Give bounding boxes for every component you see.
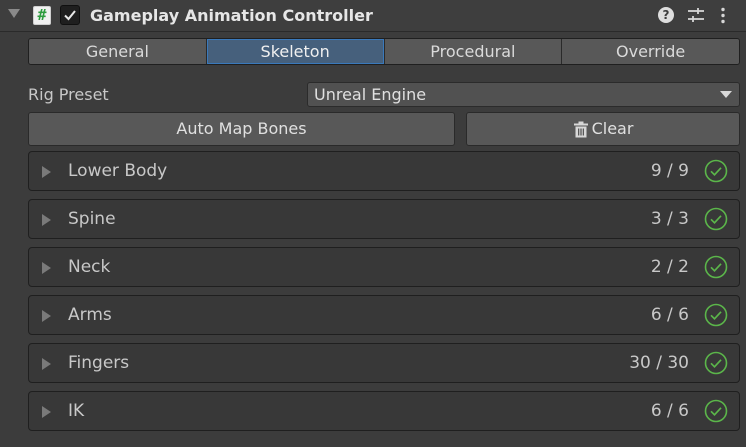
section-lower-body[interactable]: Lower Body 9 / 9 — [28, 151, 740, 191]
bone-count: 30 / 30 — [629, 353, 689, 373]
preset-icon[interactable] — [687, 7, 705, 24]
expand-arrow-icon[interactable] — [42, 262, 51, 274]
check-circle-icon — [704, 255, 728, 279]
section-name: Fingers — [68, 353, 130, 373]
rig-preset-value: Unreal Engine — [314, 85, 427, 104]
trash-icon — [573, 121, 588, 137]
section-spine[interactable]: Spine 3 / 3 — [28, 199, 740, 239]
checkmark-icon — [64, 10, 76, 21]
tab-general[interactable]: General — [29, 39, 207, 64]
section-neck[interactable]: Neck 2 / 2 — [28, 247, 740, 287]
component-title: Gameplay Animation Controller — [90, 6, 373, 25]
section-arms[interactable]: Arms 6 / 6 — [28, 295, 740, 335]
section-name: Neck — [68, 257, 111, 277]
rig-preset-label: Rig Preset — [28, 85, 109, 104]
bone-count: 6 / 6 — [650, 305, 689, 325]
check-circle-icon — [704, 159, 728, 183]
kebab-menu-icon[interactable] — [720, 7, 726, 24]
script-icon: # — [33, 6, 51, 25]
tab-override[interactable]: Override — [562, 39, 739, 64]
enable-checkbox[interactable] — [60, 5, 80, 25]
section-name: Arms — [68, 305, 112, 325]
expand-arrow-icon[interactable] — [42, 310, 51, 322]
check-circle-icon — [704, 207, 728, 231]
section-fingers[interactable]: Fingers 30 / 30 — [28, 343, 740, 383]
component-header: # Gameplay Animation Controller ? — [0, 0, 746, 32]
rig-preset-dropdown[interactable]: Unreal Engine — [307, 82, 740, 107]
section-name: Lower Body — [68, 161, 168, 181]
expand-arrow-icon[interactable] — [42, 358, 51, 370]
check-circle-icon — [704, 399, 728, 423]
bone-count: 9 / 9 — [650, 161, 689, 181]
help-icon[interactable]: ? — [658, 7, 674, 23]
bone-count: 3 / 3 — [650, 209, 689, 229]
clear-button-label: Clear — [591, 119, 634, 138]
clear-button[interactable]: Clear — [466, 112, 740, 146]
bone-count: 2 / 2 — [650, 257, 689, 277]
foldout-arrow-icon[interactable] — [8, 9, 20, 18]
section-name: IK — [68, 401, 85, 421]
expand-arrow-icon[interactable] — [42, 166, 51, 178]
check-circle-icon — [704, 351, 728, 375]
section-ik[interactable]: IK 6 / 6 — [28, 391, 740, 431]
expand-arrow-icon[interactable] — [42, 214, 51, 226]
check-circle-icon — [704, 303, 728, 327]
bone-count: 6 / 6 — [650, 401, 689, 421]
expand-arrow-icon[interactable] — [42, 406, 51, 418]
tab-skeleton[interactable]: Skeleton — [206, 39, 385, 64]
dropdown-arrow-icon — [720, 91, 732, 98]
section-name: Spine — [68, 209, 116, 229]
auto-map-bones-button[interactable]: Auto Map Bones — [28, 112, 455, 146]
tab-procedural[interactable]: Procedural — [384, 39, 563, 64]
tab-bar: General Skeleton Procedural Override — [28, 38, 740, 65]
script-glyph: # — [37, 6, 47, 24]
